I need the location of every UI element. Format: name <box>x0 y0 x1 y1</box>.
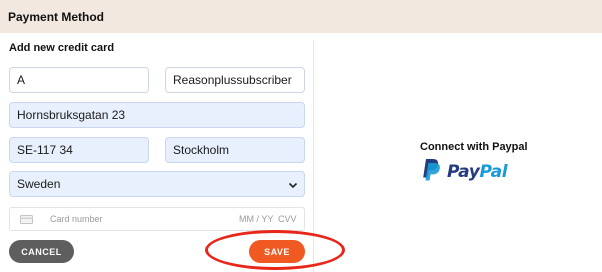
street-address-value: Hornsbruksgatan 23 <box>17 108 126 122</box>
last-name-field[interactable]: Reasonplussubscriber <box>165 67 305 93</box>
street-address-field[interactable]: Hornsbruksgatan 23 <box>9 102 305 128</box>
paypal-connect-title: Connect with Paypal <box>420 141 528 153</box>
city-field[interactable]: Stockholm <box>165 137 305 163</box>
form-title: Add new credit card <box>9 42 115 54</box>
paypal-wordmark-pay: Pay <box>447 162 480 182</box>
card-icon <box>20 215 33 224</box>
card-cvv-placeholder[interactable]: CVV <box>278 214 297 224</box>
page-title: Payment Method <box>8 9 105 24</box>
paypal-wordmark-pal: Pal <box>479 162 508 182</box>
card-details-field[interactable]: Card number MM / YY CVV <box>9 207 305 231</box>
cancel-button[interactable]: CANCEL <box>9 240 74 263</box>
save-highlight-annotation <box>205 230 345 270</box>
page-header: Payment Method <box>0 0 602 33</box>
card-expiry-placeholder[interactable]: MM / YY <box>239 214 273 224</box>
last-name-value: Reasonplussubscriber <box>173 73 292 87</box>
paypal-wordmark: PayPal <box>447 162 508 182</box>
first-name-value: A <box>17 73 26 87</box>
postal-code-field[interactable]: SE-117 34 <box>9 137 149 163</box>
country-value: Sweden <box>17 177 61 191</box>
postal-code-value: SE-117 34 <box>17 143 73 157</box>
first-name-field[interactable]: A <box>9 67 149 93</box>
city-value: Stockholm <box>173 143 230 157</box>
country-select[interactable]: Sweden <box>9 171 305 197</box>
paypal-logo-icon <box>421 158 441 186</box>
card-number-placeholder[interactable]: Card number <box>50 214 103 224</box>
paypal-connect-button[interactable]: PayPal <box>421 158 508 186</box>
chevron-down-icon <box>288 179 298 189</box>
